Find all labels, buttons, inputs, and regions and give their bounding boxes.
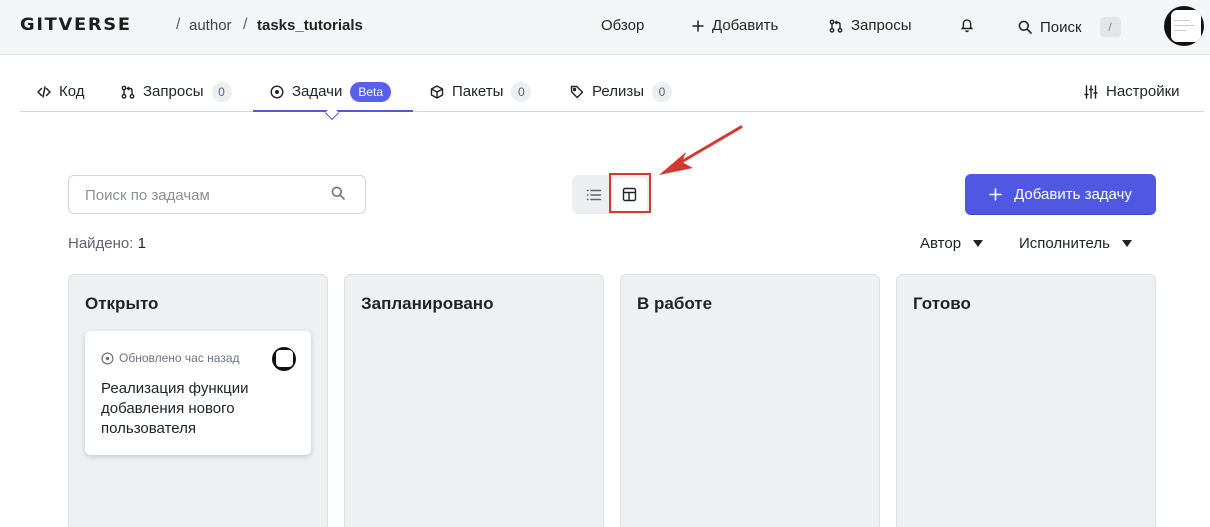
plus-icon: [989, 187, 1002, 201]
column-title: В работе: [637, 294, 713, 313]
author-filter-label: Автор: [920, 235, 962, 252]
card-meta: Обновлено час назад: [101, 351, 240, 365]
assignee-filter[interactable]: Исполнитель: [1019, 235, 1132, 252]
results-count: Найдено: 1: [68, 235, 146, 252]
task-card[interactable]: Обновлено час назад Реализация функции д…: [85, 331, 311, 455]
found-label: Найдено:: [68, 235, 134, 252]
caret-down-icon: [1121, 240, 1132, 247]
column-title: Готово: [913, 294, 971, 313]
board-column-done: Готово: [896, 274, 1156, 527]
board-column-in-progress: В работе: [620, 274, 880, 527]
assignee-filter-label: Исполнитель: [1019, 235, 1110, 252]
add-task-button[interactable]: Добавить задачу: [965, 174, 1156, 214]
issue-open-icon: [101, 351, 114, 365]
add-task-label: Добавить задачу: [1014, 185, 1132, 203]
board-column-planned: Запланировано: [344, 274, 604, 527]
card-title[interactable]: Реализация функции добавления нового пол…: [101, 379, 291, 439]
card-updated: Обновлено час назад: [119, 351, 240, 365]
card-assignee-avatar[interactable]: [272, 347, 296, 371]
avatar-image: [276, 350, 293, 367]
board-column-open: Открыто Обновлено час назад Реализация ф…: [68, 274, 328, 527]
caret-down-icon: [973, 240, 984, 247]
column-title: Открыто: [85, 294, 159, 313]
found-count: 1: [137, 235, 146, 252]
author-filter[interactable]: Автор: [920, 235, 984, 252]
column-title: Запланировано: [361, 294, 494, 313]
